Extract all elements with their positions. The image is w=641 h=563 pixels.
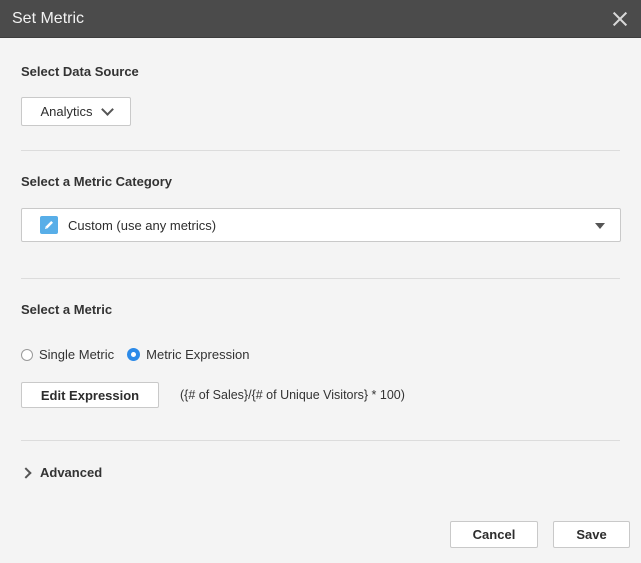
set-metric-dialog: Set Metric Select Data Source Analytics … (0, 0, 641, 563)
data-source-heading: Select Data Source (21, 64, 139, 79)
metric-category-heading: Select a Metric Category (21, 174, 173, 189)
dialog-titlebar: Set Metric (0, 0, 641, 38)
cancel-button[interactable]: Cancel (450, 521, 538, 548)
pencil-icon (40, 216, 58, 234)
divider (21, 150, 620, 151)
metric-expression-label[interactable]: Metric Expression (146, 347, 249, 362)
metric-expression-radio[interactable] (127, 348, 141, 361)
single-metric-radio[interactable] (21, 348, 33, 361)
data-source-select[interactable]: Analytics (21, 97, 131, 126)
close-icon[interactable] (611, 10, 629, 28)
data-source-value: Analytics (40, 104, 93, 119)
dialog-title: Set Metric (12, 9, 85, 27)
advanced-toggle[interactable]: Advanced (20, 465, 103, 480)
divider (21, 278, 620, 279)
advanced-label: Advanced (40, 465, 103, 480)
single-metric-label[interactable]: Single Metric (39, 347, 114, 362)
chevron-right-icon (20, 466, 32, 479)
metric-heading: Select a Metric (21, 302, 113, 317)
caret-down-icon (595, 223, 605, 229)
metric-expression-text: ({# of Sales}/{# of Unique Visitors} * 1… (180, 388, 405, 402)
edit-expression-button[interactable]: Edit Expression (21, 382, 159, 408)
chevron-down-icon (100, 103, 114, 116)
divider (21, 440, 620, 441)
metric-category-value: Custom (use any metrics) (68, 217, 217, 233)
save-button[interactable]: Save (553, 521, 630, 548)
metric-category-select[interactable]: Custom (use any metrics) (21, 208, 621, 242)
metric-type-radio-group: Single Metric Metric Expression (21, 347, 262, 362)
